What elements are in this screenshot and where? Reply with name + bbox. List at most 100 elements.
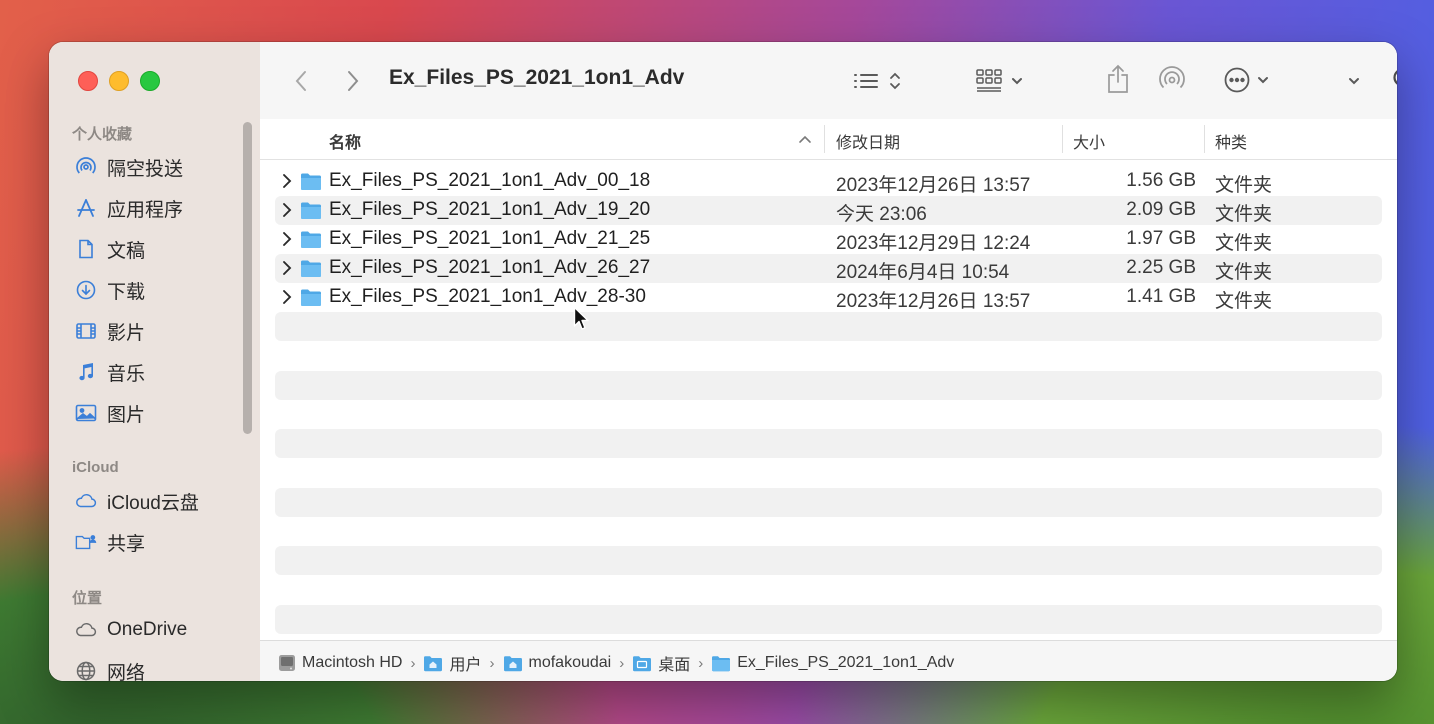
file-size: 2.25 GB (1126, 257, 1196, 278)
sidebar-item-label: OneDrive (107, 619, 188, 640)
file-name: Ex_Files_PS_2021_1on1_Adv_21_25 (329, 228, 651, 249)
table-row[interactable]: Ex_Files_PS_2021_1on1_Adv_21_25 2023年12月… (275, 225, 1382, 254)
sidebar-section-locations: 位置 (72, 590, 103, 607)
window-title: Ex_Files_PS_2021_1on1_Adv (389, 66, 685, 89)
sidebar-item-documents[interactable]: 文稿 (75, 234, 145, 264)
empty-row-stripe (275, 429, 1382, 458)
group-button[interactable] (970, 66, 1028, 96)
sidebar-item-shared[interactable]: 共享 (75, 527, 145, 557)
pictures-icon (75, 402, 97, 424)
table-row[interactable]: Ex_Files_PS_2021_1on1_Adv_26_27 2024年6月4… (275, 254, 1382, 283)
airdrop-icon (75, 156, 97, 178)
sidebar-section-favorites: 个人收藏 (72, 126, 133, 143)
breadcrumb-item[interactable]: Macintosh HD (278, 654, 402, 672)
breadcrumb-item[interactable]: mofakoudai (503, 654, 612, 672)
breadcrumb-item[interactable]: 桌面 (632, 651, 690, 675)
file-size: 2.09 GB (1126, 199, 1196, 220)
empty-row-stripe (275, 546, 1382, 575)
sidebar-item-applications[interactable]: 应用程序 (75, 193, 183, 223)
list-view-icon (854, 74, 878, 88)
disclosure-triangle-icon (283, 261, 292, 275)
breadcrumb-item[interactable]: 用户 (423, 651, 482, 675)
column-divider[interactable] (1062, 125, 1063, 153)
cloud-icon (75, 619, 97, 641)
table-row[interactable]: Ex_Files_PS_2021_1on1_Adv_28-30 2023年12月… (275, 283, 1382, 312)
table-row[interactable]: Ex_Files_PS_2021_1on1_Adv_19_20 今天 23:06… (275, 196, 1382, 225)
file-date: 今天 23:06 (836, 204, 927, 225)
chevron-left-icon (295, 71, 306, 91)
view-options-button[interactable] (848, 66, 906, 96)
file-name: Ex_Files_PS_2021_1on1_Adv_28-30 (329, 286, 646, 307)
mouse-cursor-icon (573, 306, 589, 330)
back-button[interactable] (290, 66, 312, 96)
sidebar-item-movies[interactable]: 影片 (75, 316, 145, 346)
music-icon (75, 361, 97, 383)
sidebar-item-label: 文稿 (107, 240, 146, 262)
share-button[interactable] (1103, 62, 1133, 96)
sort-ascending-icon (799, 135, 811, 143)
minimize-button[interactable] (109, 71, 129, 91)
search-button[interactable] (1390, 64, 1397, 96)
column-date-header[interactable]: 修改日期 (836, 129, 900, 153)
share-icon (1108, 64, 1128, 93)
breadcrumb-label: Macintosh HD (302, 654, 403, 671)
file-name: Ex_Files_PS_2021_1on1_Adv_19_20 (329, 199, 651, 220)
sidebar-item-label: 图片 (107, 404, 146, 426)
empty-row-stripe (275, 371, 1382, 400)
column-divider[interactable] (1204, 125, 1205, 153)
sidebar-item-label: 下载 (107, 281, 146, 303)
chevron-down-icon (1349, 78, 1359, 85)
breadcrumb-label: mofakoudai (528, 654, 612, 671)
empty-row-stripe (275, 605, 1382, 634)
forward-button[interactable] (342, 66, 364, 96)
sidebar-item-network[interactable]: 网络 (75, 656, 145, 681)
sidebar-section-icloud: iCloud (72, 459, 119, 476)
breadcrumb-separator: › (698, 654, 704, 672)
column-name-header[interactable]: 名称 (329, 129, 361, 153)
file-kind: 文件夹 (1215, 233, 1273, 254)
sidebar-item-downloads[interactable]: 下载 (75, 275, 145, 305)
sidebar-item-label: 隔空投送 (107, 158, 184, 180)
sidebar-item-music[interactable]: 音乐 (75, 357, 145, 387)
chevron-right-icon (348, 71, 359, 91)
folder-icon (301, 231, 321, 248)
breadcrumb-separator: › (619, 654, 625, 672)
breadcrumb: Macintosh HD › 用户 › mofakoudai › 桌面 › Ex… (278, 651, 954, 675)
breadcrumb-item[interactable]: Ex_Files_PS_2021_1on1_Adv (711, 654, 954, 672)
sidebar-item-pictures[interactable]: 图片 (75, 398, 145, 428)
column-kind-header[interactable]: 种类 (1215, 129, 1247, 153)
folder-icon (711, 655, 731, 672)
sidebar-item-airdrop[interactable]: 隔空投送 (75, 152, 183, 182)
sidebar-item-label: 网络 (107, 662, 146, 682)
sidebar-item-label: 音乐 (107, 363, 146, 385)
hard-drive-icon (278, 654, 296, 672)
home-folder-icon (503, 655, 523, 672)
search-icon (1393, 70, 1397, 85)
file-date: 2024年6月4日 10:54 (836, 262, 1010, 283)
movies-icon (75, 320, 97, 342)
sidebar-item-onedrive[interactable]: OneDrive (75, 615, 187, 645)
empty-row-stripe (275, 312, 1382, 341)
close-button[interactable] (78, 71, 98, 91)
more-actions-button[interactable] (1218, 64, 1274, 96)
zoom-button[interactable] (140, 71, 160, 91)
breadcrumb-separator: › (489, 654, 495, 672)
sidebar: 个人收藏 隔空投送 应用程序 文稿 下载 影片 音乐 图片 iCloud iCl… (49, 42, 261, 681)
breadcrumb-separator: › (410, 654, 416, 672)
window-controls (78, 71, 160, 91)
table-row[interactable]: Ex_Files_PS_2021_1on1_Adv_00_18 2023年12月… (275, 167, 1382, 196)
folder-icon (301, 202, 321, 219)
folder-icon (301, 260, 321, 277)
shared-folder-icon (75, 531, 97, 553)
finder-window: 个人收藏 隔空投送 应用程序 文稿 下载 影片 音乐 图片 iCloud iCl… (49, 42, 1397, 681)
sidebar-scrollbar[interactable] (243, 122, 252, 434)
column-size-header[interactable]: 大小 (1073, 129, 1105, 153)
airdrop-icon (1159, 66, 1185, 89)
grid-icon (975, 69, 1002, 92)
toolbar-overflow-button[interactable] (1344, 68, 1364, 94)
airdrop-button[interactable] (1157, 64, 1187, 96)
sidebar-item-icloud-drive[interactable]: iCloud云盘 (75, 486, 199, 516)
column-divider[interactable] (824, 125, 825, 153)
sidebar-item-label: 影片 (107, 322, 146, 344)
icloud-icon (75, 490, 97, 512)
